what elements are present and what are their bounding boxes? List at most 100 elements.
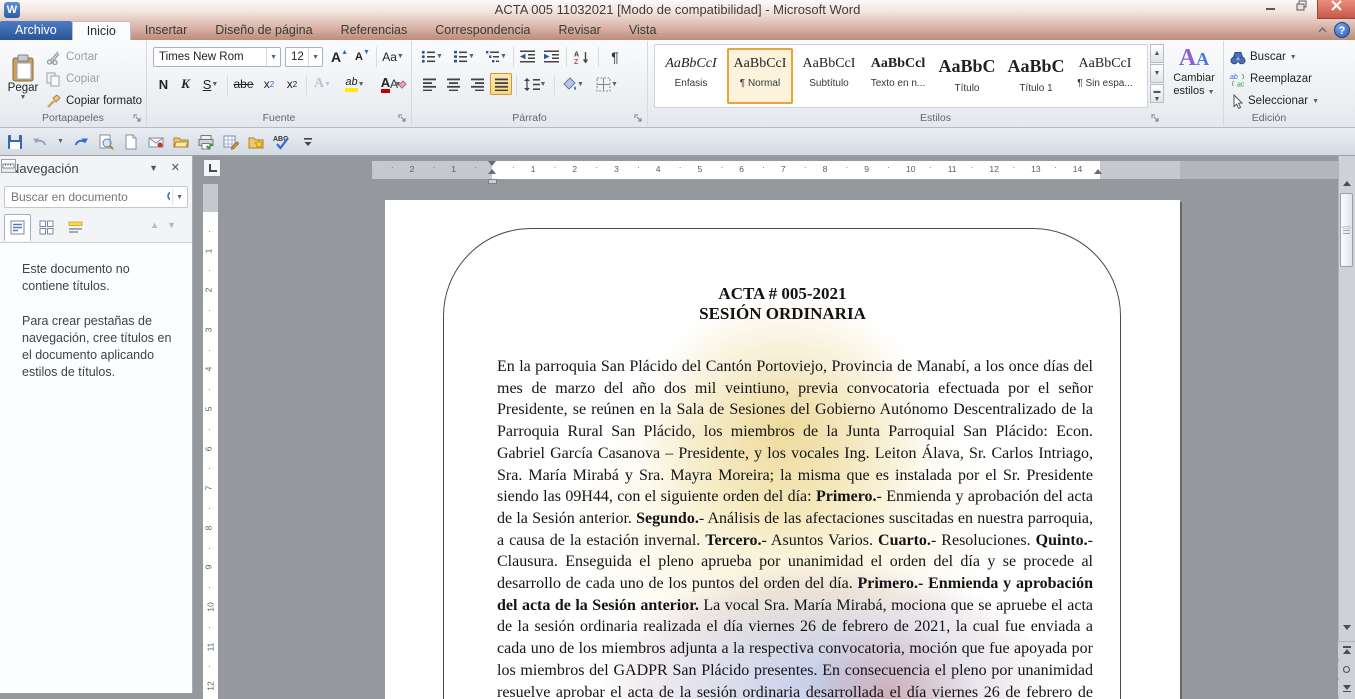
tab-diseno-de-pagina[interactable]: Diseño de página xyxy=(201,21,326,40)
horizontal-ruler[interactable]: 1·2·3·1·2·3·4·5·6·7·8·9·10·11·12·13·14· xyxy=(372,161,1342,179)
font-name-combo[interactable]: Times New Rom ▼ xyxy=(153,47,281,67)
document-page[interactable]: ACTA # 005-2021 SESIÓN ORDINARIA En la p… xyxy=(385,200,1180,699)
change-styles-button[interactable]: AA Cambiar estilos ▼ xyxy=(1166,45,1222,119)
style-texto-en-negrita[interactable]: AaBbCcl Texto en n... xyxy=(865,48,931,104)
search-options-dropdown[interactable]: ▼ xyxy=(172,194,187,201)
tab-insertar[interactable]: Insertar xyxy=(131,21,201,40)
cut-button[interactable]: Cortar xyxy=(46,48,98,66)
font-size-combo[interactable]: 12 ▼ xyxy=(285,47,323,67)
restore-button[interactable] xyxy=(1287,0,1315,18)
justify-button[interactable] xyxy=(490,73,512,95)
replace-button[interactable]: ab ac Reemplazar xyxy=(1230,69,1312,89)
tab-inicio[interactable]: Inicio xyxy=(72,21,131,40)
result-prev-next-buttons[interactable]: ▲▼ xyxy=(150,220,184,230)
increase-indent-button[interactable] xyxy=(540,46,562,67)
view-ruler-toggle-button[interactable] xyxy=(1,159,16,173)
undo-dropdown[interactable]: ▼ xyxy=(56,133,65,150)
bullets-button[interactable]: ▼ xyxy=(418,46,446,67)
text-effects-button[interactable]: A▼ xyxy=(309,73,336,95)
sort-button[interactable]: A Z xyxy=(570,46,594,67)
shrink-font-button[interactable]: A▼ xyxy=(352,46,373,67)
style-sin-espaciado[interactable]: AaBbCcI ¶ Sin espa... xyxy=(1072,48,1138,104)
align-right-button[interactable] xyxy=(466,73,488,95)
scrollbar-thumb[interactable] xyxy=(1340,193,1353,267)
multilevel-list-button[interactable]: ▼ xyxy=(482,46,510,67)
print-preview-button[interactable] xyxy=(97,133,115,150)
minimize-button[interactable] xyxy=(1257,0,1285,18)
next-page-button[interactable] xyxy=(1338,680,1355,697)
font-dialog-launcher[interactable] xyxy=(398,113,408,123)
find-button[interactable]: Buscar▼ xyxy=(1230,47,1297,67)
tab-vista[interactable]: Vista xyxy=(615,21,671,40)
show-paragraph-marks-button[interactable]: ¶ xyxy=(604,46,626,67)
style-normal[interactable]: AaBbCcI ¶ Normal xyxy=(727,48,793,104)
borders-button[interactable]: ▼ xyxy=(592,73,622,95)
scroll-up-button[interactable] xyxy=(1338,176,1355,190)
select-browse-object-button[interactable] xyxy=(1338,661,1355,678)
new-document-button[interactable] xyxy=(122,133,140,150)
document-body-text[interactable]: En la parroquia San Plácido del Cantón P… xyxy=(497,356,1093,699)
tab-browse-pages[interactable] xyxy=(33,214,60,241)
font-color-dropdown[interactable]: ▼ xyxy=(393,73,403,95)
line-spacing-button[interactable]: ▼ xyxy=(520,73,550,95)
tab-stop-selector[interactable] xyxy=(203,159,221,177)
paragraph-dialog-launcher[interactable] xyxy=(634,113,644,123)
search-icon[interactable] xyxy=(166,190,170,205)
align-center-button[interactable] xyxy=(442,73,464,95)
mail-attachment-button[interactable] xyxy=(147,133,165,150)
format-painter-button[interactable]: Copiar formato xyxy=(46,92,142,110)
scroll-down-button[interactable] xyxy=(1338,620,1355,634)
folder-favorites-button[interactable] xyxy=(247,133,265,150)
undo-button[interactable] xyxy=(31,133,49,150)
pane-close-button[interactable]: ✕ xyxy=(171,161,180,174)
document-search-box[interactable]: ▼ xyxy=(4,186,188,208)
collapse-ribbon-button[interactable] xyxy=(1313,24,1331,38)
gallery-more-button[interactable]: ▬▼ xyxy=(1150,84,1164,103)
gallery-scroll-up-button[interactable]: ▲ xyxy=(1150,44,1164,63)
tab-browse-results[interactable] xyxy=(62,214,89,241)
styles-dialog-launcher[interactable] xyxy=(1151,113,1161,123)
help-button[interactable]: ? xyxy=(1334,22,1350,38)
word-logo-icon[interactable]: W xyxy=(4,2,20,18)
tab-revisar[interactable]: Revisar xyxy=(544,21,614,40)
close-button[interactable] xyxy=(1317,0,1355,19)
grow-font-button[interactable]: A▲ xyxy=(329,46,350,67)
tab-archivo[interactable]: Archivo xyxy=(0,21,72,40)
style-subtitulo[interactable]: AaBbCcI Subtítulo xyxy=(796,48,862,104)
bold-button[interactable]: N xyxy=(153,73,174,95)
left-indent-marker[interactable] xyxy=(488,179,497,184)
numbering-button[interactable]: ▼ xyxy=(450,46,478,67)
quick-print-button[interactable] xyxy=(197,133,215,150)
select-button[interactable]: Seleccionar▼ xyxy=(1230,91,1319,111)
style-titulo[interactable]: AaBbC Título xyxy=(934,48,1000,104)
tab-correspondencia[interactable]: Correspondencia xyxy=(421,21,544,40)
italic-button[interactable]: K xyxy=(175,73,196,95)
copy-button[interactable]: Copiar xyxy=(46,70,100,88)
underline-button[interactable]: S▼ xyxy=(197,73,224,95)
shading-button[interactable]: ▼ xyxy=(558,73,588,95)
open-button[interactable] xyxy=(172,133,190,150)
hanging-indent-marker[interactable] xyxy=(488,169,496,174)
right-indent-marker[interactable] xyxy=(1094,169,1102,174)
edit-table-button[interactable] xyxy=(222,133,240,150)
strikethrough-button[interactable]: abe xyxy=(230,73,257,95)
style-enfasis[interactable]: AaBbCcI Énfasis xyxy=(658,48,724,104)
paste-button[interactable]: Pegar ▼ xyxy=(4,45,42,109)
gallery-scroll-down-button[interactable]: ▼ xyxy=(1150,64,1164,83)
style-titulo-1[interactable]: AaBbC Título 1 xyxy=(1003,48,1069,104)
decrease-indent-button[interactable] xyxy=(516,46,538,67)
toolbar-options-button[interactable] xyxy=(301,133,315,150)
tab-referencias[interactable]: Referencias xyxy=(327,21,422,40)
previous-page-button[interactable] xyxy=(1338,641,1355,658)
save-button[interactable] xyxy=(6,133,24,150)
subscript-button[interactable]: x2 xyxy=(258,73,280,95)
clipboard-dialog-launcher[interactable] xyxy=(133,113,143,123)
spelling-grammar-button[interactable]: ABC xyxy=(272,133,294,150)
vertical-ruler[interactable]: 1·2·3·4·5·6·7·8·9·10·11·12· xyxy=(203,184,218,699)
align-left-button[interactable] xyxy=(418,73,440,95)
pane-options-dropdown[interactable]: ▼ xyxy=(149,163,158,173)
search-input[interactable] xyxy=(5,190,166,204)
redo-button[interactable] xyxy=(72,133,90,150)
font-color-button[interactable]: A xyxy=(379,73,392,95)
superscript-button[interactable]: x2 xyxy=(281,73,303,95)
